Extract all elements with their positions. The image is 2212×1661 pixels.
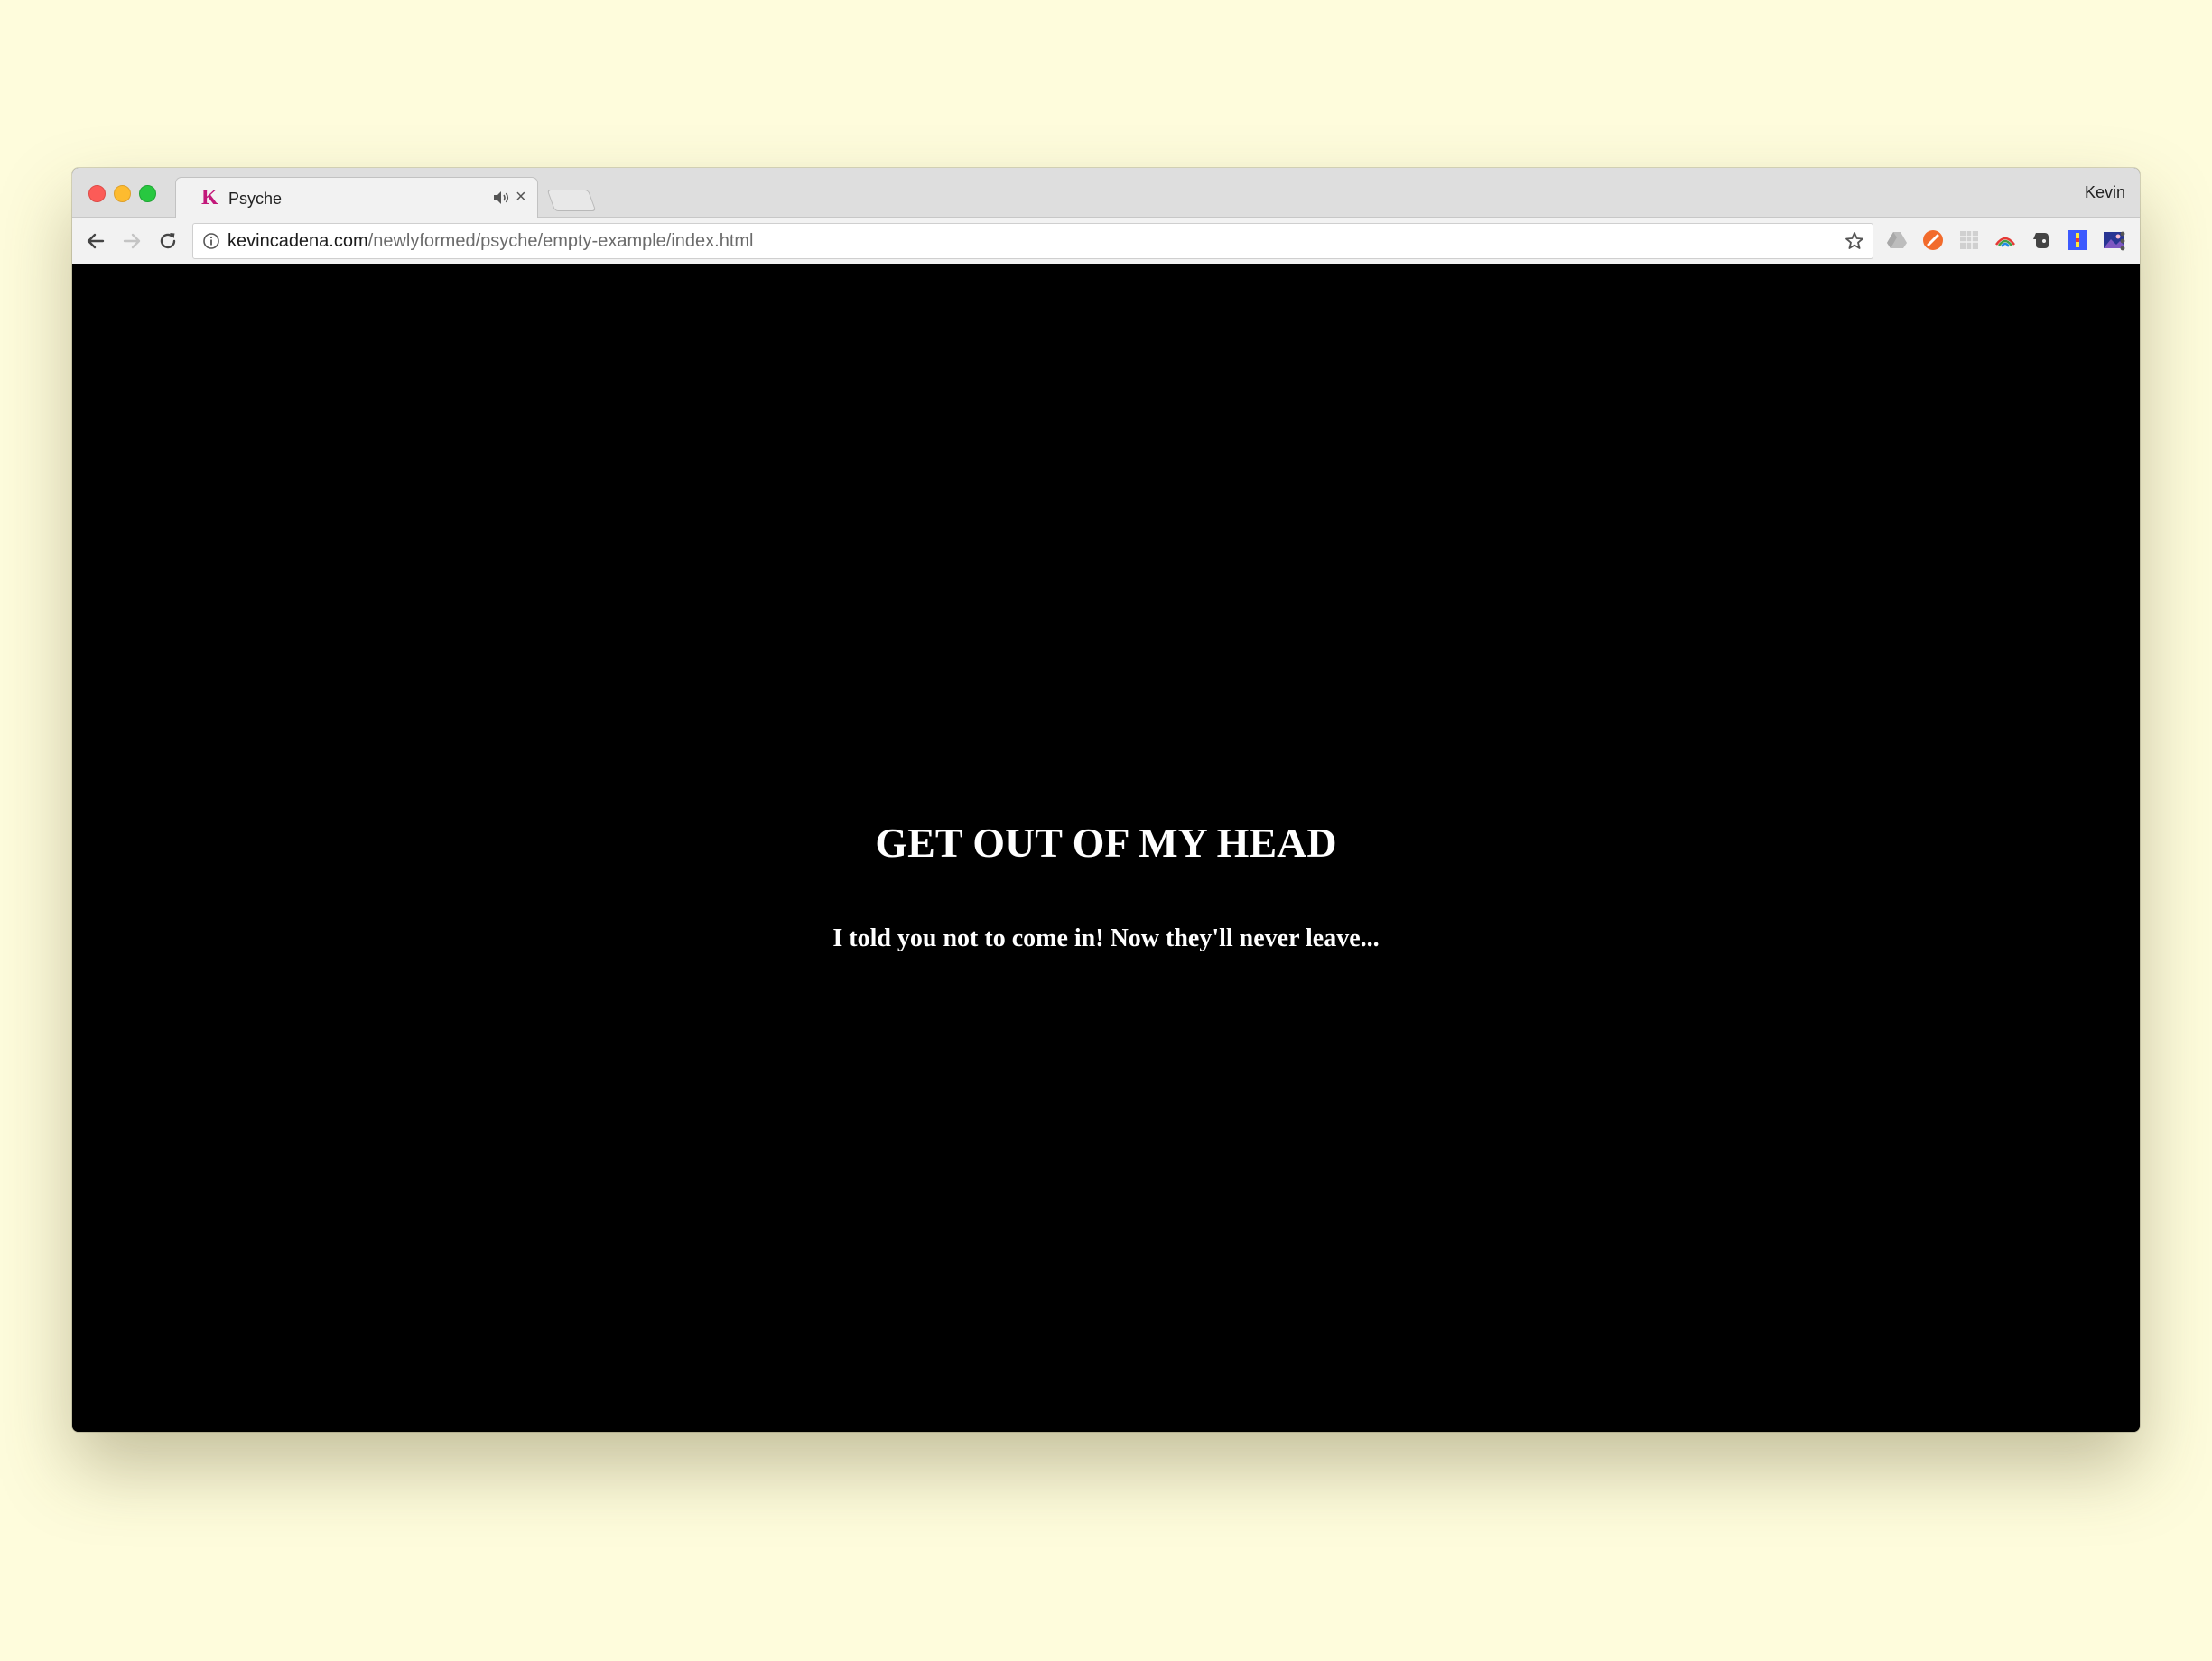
google-drive-icon[interactable] — [1885, 228, 1909, 252]
url-host: kevincadena.com — [228, 231, 368, 251]
tab-close-icon[interactable]: × — [516, 187, 526, 207]
tab-psyche[interactable]: K Psyche × — [175, 177, 538, 218]
page-content: GET OUT OF MY HEAD I told you not to com… — [72, 264, 2140, 1432]
tab-title: Psyche — [228, 190, 283, 208]
speaker-icon[interactable] — [492, 189, 510, 207]
tab-strip: K Psyche × Kevin — [72, 168, 2140, 218]
orange-extension-icon[interactable] — [1921, 228, 1945, 252]
window-maximize-button[interactable] — [139, 185, 156, 202]
reload-icon[interactable] — [155, 228, 181, 254]
browser-toolbar: kevincadena.com/newlyformed/psyche/empty… — [72, 218, 2140, 264]
url-text[interactable]: kevincadena.com/newlyformed/psyche/empty… — [228, 231, 754, 251]
address-bar[interactable]: kevincadena.com/newlyformed/psyche/empty… — [192, 223, 1873, 259]
window-close-button[interactable] — [88, 185, 106, 202]
page-heading: GET OUT OF MY HEAD — [875, 820, 1337, 866]
url-path: /newlyformed/psyche/empty-example/index.… — [367, 231, 754, 251]
browser-window: K Psyche × Kevin kevincadena.com/newlyfo… — [72, 168, 2140, 1432]
forward-arrow-icon[interactable] — [119, 228, 144, 254]
page-subheading: I told you not to come in! Now they'll n… — [832, 924, 1380, 952]
blue-extension-icon[interactable] — [2066, 228, 2089, 252]
kebab-menu-icon[interactable] — [2120, 230, 2125, 252]
back-arrow-icon[interactable] — [83, 228, 108, 254]
evernote-icon[interactable] — [2030, 228, 2053, 252]
info-icon[interactable] — [202, 232, 220, 250]
window-minimize-button[interactable] — [114, 185, 131, 202]
profile-name[interactable]: Kevin — [2085, 182, 2125, 202]
new-tab-button[interactable] — [546, 190, 597, 211]
bookmark-star-icon[interactable] — [1844, 230, 1865, 252]
rainbow-arc-extension-icon[interactable] — [1994, 228, 2017, 252]
grid-extension-icon[interactable] — [1957, 228, 1981, 252]
favicon-icon: K — [201, 186, 218, 209]
